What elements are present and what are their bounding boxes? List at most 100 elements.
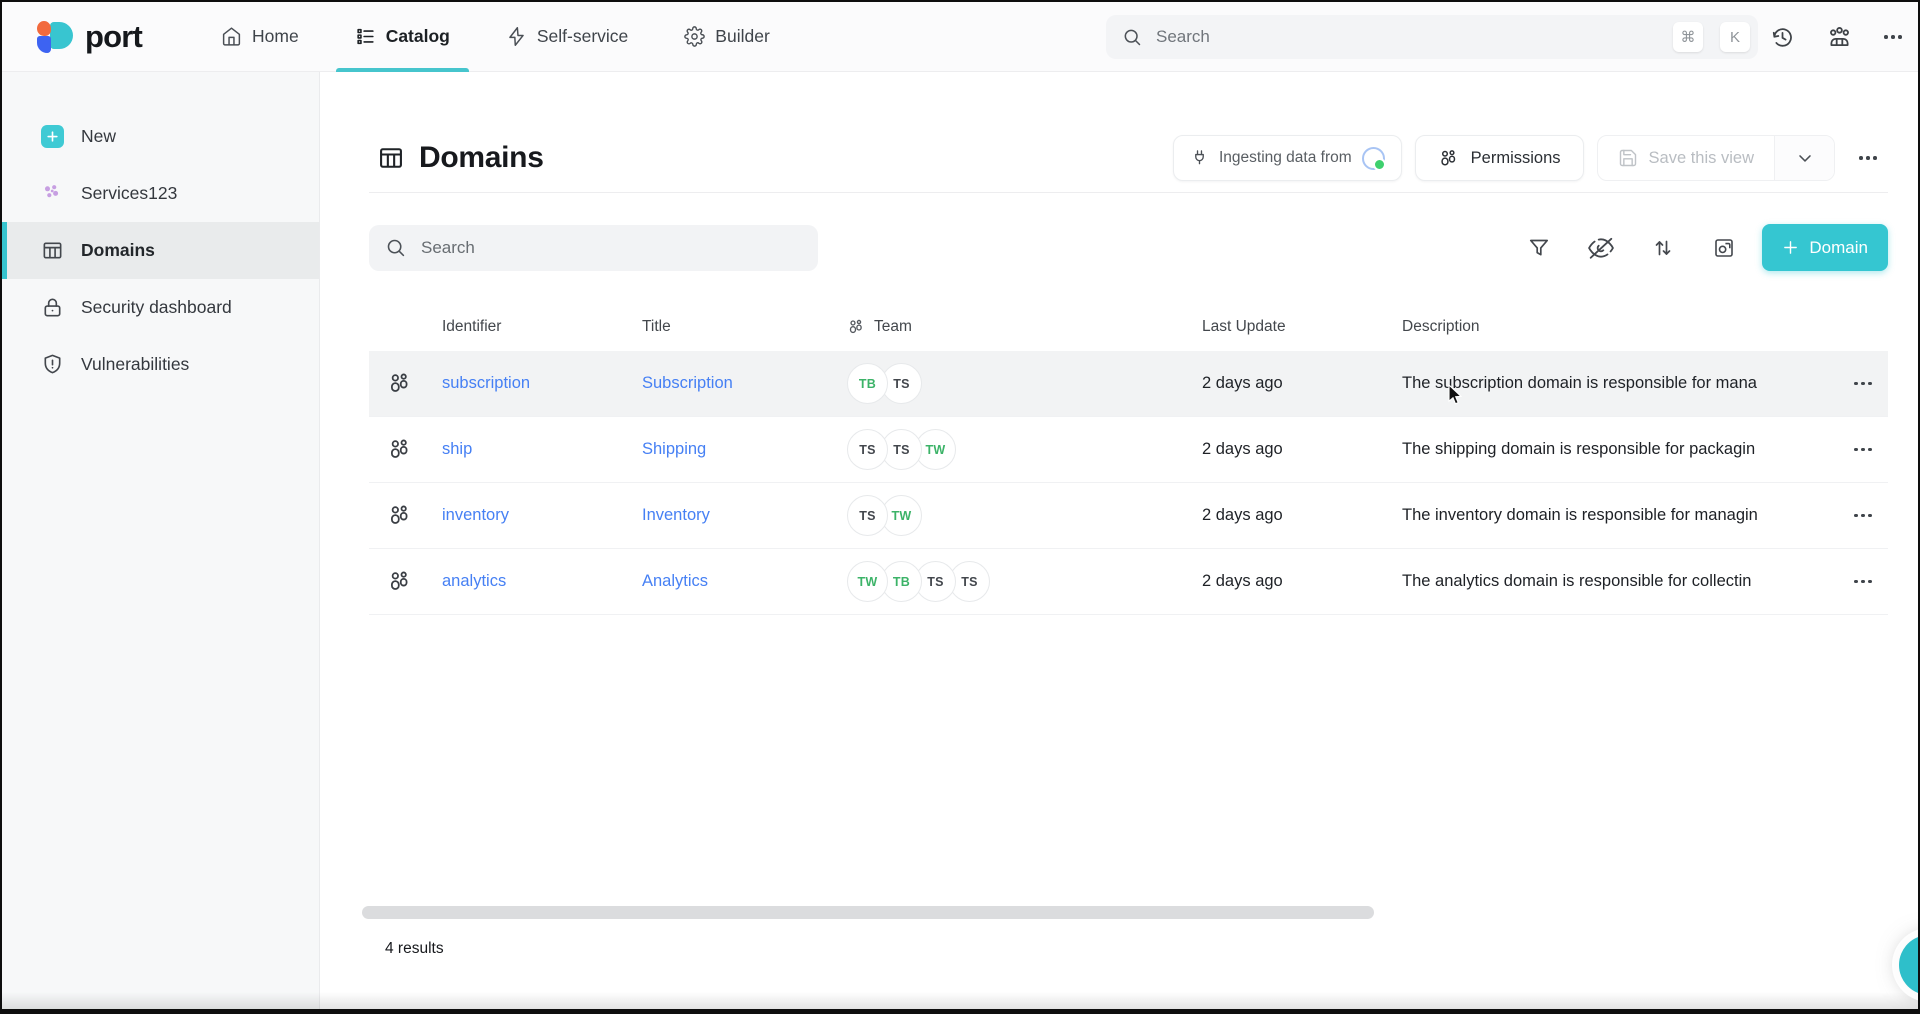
description-value: The subscription domain is responsible f… bbox=[1402, 374, 1838, 393]
row-more-button[interactable] bbox=[1838, 448, 1888, 452]
lightning-icon bbox=[506, 26, 527, 47]
port-logo-icon bbox=[36, 18, 74, 56]
sidebar-item-services123[interactable]: Services123 bbox=[2, 165, 319, 222]
table-row[interactable]: subscription Subscription TBTS 2 days ag… bbox=[369, 351, 1888, 417]
permissions-button[interactable]: Permissions bbox=[1415, 135, 1584, 181]
port-logo[interactable]: port bbox=[36, 18, 214, 56]
save-view-label: Save this view bbox=[1649, 149, 1754, 168]
k-key-hint: K bbox=[1720, 22, 1750, 52]
last-update-value: 2 days ago bbox=[1202, 374, 1402, 393]
page-more-button[interactable] bbox=[1848, 135, 1888, 181]
table-tools bbox=[1527, 235, 1736, 261]
app-window: port Home Catalog Self-service Builder bbox=[0, 0, 1920, 1014]
title-link[interactable]: Analytics bbox=[642, 572, 708, 590]
entity-icon bbox=[369, 569, 442, 594]
title-link[interactable]: Shipping bbox=[642, 440, 706, 458]
sidebar-item-security-dashboard[interactable]: Security dashboard bbox=[2, 279, 319, 336]
identifier-link[interactable]: subscription bbox=[442, 374, 530, 392]
permissions-label: Permissions bbox=[1471, 149, 1561, 168]
row-more-button[interactable] bbox=[1838, 382, 1888, 386]
save-icon bbox=[1618, 148, 1638, 168]
team-badge[interactable]: TS bbox=[847, 429, 888, 470]
table-row[interactable]: ship Shipping TSTSTW 2 days ago The ship… bbox=[369, 417, 1888, 483]
column-description: Description bbox=[1402, 318, 1838, 336]
last-update-value: 2 days ago bbox=[1202, 440, 1402, 459]
description-value: The analytics domain is responsible for … bbox=[1402, 572, 1838, 591]
table-search-field[interactable] bbox=[369, 225, 818, 271]
entity-icon bbox=[369, 503, 442, 528]
tab-builder[interactable]: Builder bbox=[677, 2, 776, 72]
title-link[interactable]: Subscription bbox=[642, 374, 733, 392]
sidebar-item-new[interactable]: New bbox=[2, 108, 319, 165]
table-body: subscription Subscription TBTS 2 days ag… bbox=[369, 351, 1888, 615]
team-badges: TSTSTW bbox=[847, 429, 1202, 470]
row-more-button[interactable] bbox=[1838, 514, 1888, 518]
entity-icon bbox=[369, 371, 442, 396]
team-badge[interactable]: TW bbox=[847, 561, 888, 602]
group-by-icon[interactable] bbox=[1712, 236, 1736, 260]
title-link[interactable]: Inventory bbox=[642, 506, 710, 524]
horizontal-scrollbar[interactable] bbox=[362, 906, 1374, 919]
row-more-button[interactable] bbox=[1838, 580, 1888, 584]
table-search-input[interactable] bbox=[419, 237, 802, 259]
identifier-link[interactable]: ship bbox=[442, 440, 472, 458]
entity-icon bbox=[369, 437, 442, 462]
tab-self-service[interactable]: Self-service bbox=[499, 2, 635, 72]
filter-icon[interactable] bbox=[1527, 236, 1551, 260]
main-nav: Home Catalog Self-service Builder bbox=[214, 2, 777, 72]
more-options-icon bbox=[1854, 580, 1872, 584]
search-icon bbox=[385, 237, 406, 258]
page-title: Domains bbox=[377, 141, 544, 175]
services-cluster-icon bbox=[40, 182, 64, 206]
global-search-input[interactable] bbox=[1154, 26, 1661, 48]
chevron-down-icon bbox=[1795, 148, 1815, 168]
last-update-value: 2 days ago bbox=[1202, 506, 1402, 525]
more-options-icon bbox=[1854, 382, 1872, 386]
save-view-dropdown[interactable] bbox=[1774, 136, 1834, 180]
shield-alert-icon bbox=[40, 353, 64, 377]
topbar-right-icons bbox=[1770, 2, 1902, 72]
tab-home[interactable]: Home bbox=[214, 2, 306, 72]
identifier-link[interactable]: analytics bbox=[442, 572, 506, 590]
sidebar-item-label: Services123 bbox=[81, 183, 177, 204]
hide-columns-icon[interactable] bbox=[1588, 235, 1614, 261]
sort-icon[interactable] bbox=[1651, 236, 1675, 260]
sidebar-item-domains[interactable]: Domains bbox=[2, 222, 319, 279]
add-domain-label: Domain bbox=[1809, 238, 1868, 258]
sidebar-item-label: Vulnerabilities bbox=[81, 354, 189, 375]
more-options-icon[interactable] bbox=[1884, 35, 1902, 39]
column-last-update: Last Update bbox=[1202, 318, 1402, 336]
main-content: Domains Ingesting data from Permissions … bbox=[320, 72, 1918, 1009]
team-badge[interactable]: TS bbox=[847, 495, 888, 536]
global-search-field[interactable]: ⌘ K bbox=[1106, 15, 1758, 59]
ingesting-data-button[interactable]: Ingesting data from bbox=[1173, 135, 1402, 181]
tab-home-label: Home bbox=[252, 26, 299, 47]
top-navigation-bar: port Home Catalog Self-service Builder bbox=[2, 2, 1918, 72]
save-view-button[interactable]: Save this view bbox=[1598, 136, 1774, 180]
description-value: The inventory domain is responsible for … bbox=[1402, 506, 1838, 525]
identifier-link[interactable]: inventory bbox=[442, 506, 509, 524]
plug-icon bbox=[1190, 149, 1209, 168]
column-team: Team bbox=[847, 318, 1202, 336]
sidebar-item-vulnerabilities[interactable]: Vulnerabilities bbox=[2, 336, 319, 393]
new-plus-icon bbox=[40, 125, 64, 149]
table-row[interactable]: inventory Inventory TSTW 2 days ago The … bbox=[369, 483, 1888, 549]
organization-icon[interactable] bbox=[1826, 24, 1853, 51]
add-domain-button[interactable]: Domain bbox=[1762, 224, 1888, 271]
domains-table: Identifier Title Team Last Update Descri… bbox=[369, 303, 1888, 615]
page-actions: Ingesting data from Permissions Save thi… bbox=[1173, 135, 1888, 181]
team-badge[interactable]: TB bbox=[847, 363, 888, 404]
table-grid-icon bbox=[40, 239, 64, 263]
ingesting-data-label: Ingesting data from bbox=[1219, 149, 1352, 167]
tab-catalog[interactable]: Catalog bbox=[348, 2, 457, 72]
last-update-value: 2 days ago bbox=[1202, 572, 1402, 591]
team-badges: TBTS bbox=[847, 363, 1202, 404]
table-header: Identifier Title Team Last Update Descri… bbox=[369, 303, 1888, 351]
gear-icon bbox=[684, 26, 705, 47]
history-icon[interactable] bbox=[1770, 25, 1795, 50]
results-count: 4 results bbox=[385, 940, 444, 958]
column-identifier: Identifier bbox=[442, 318, 642, 336]
datasource-status-icon bbox=[1362, 147, 1385, 170]
table-row[interactable]: analytics Analytics TWTBTSTS 2 days ago … bbox=[369, 549, 1888, 615]
tab-builder-label: Builder bbox=[715, 26, 769, 47]
